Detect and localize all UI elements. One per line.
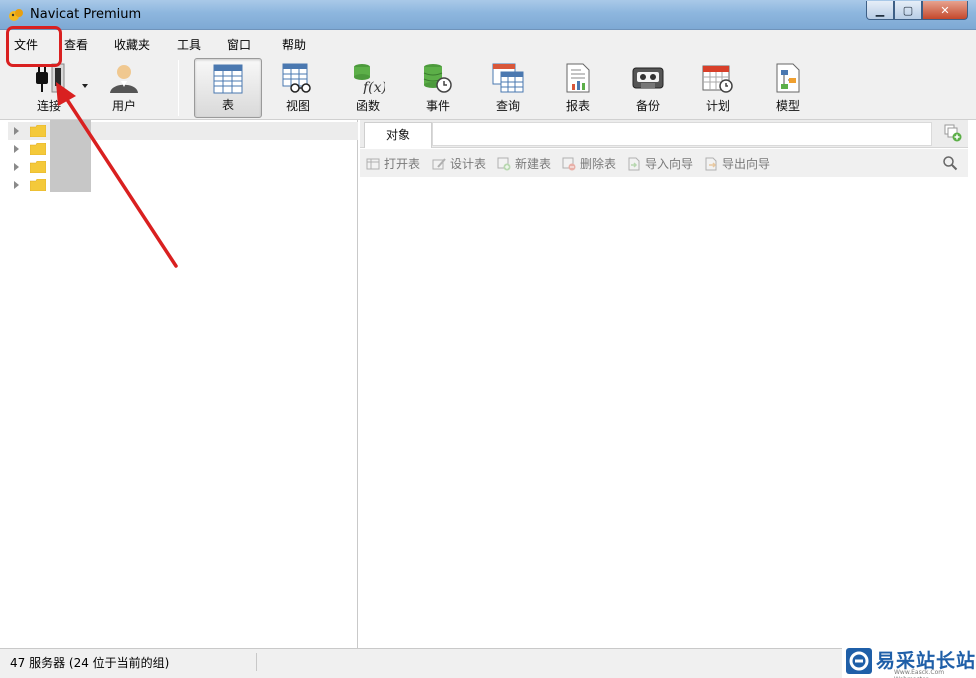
maximize-icon: ▢: [902, 3, 914, 17]
menu-view[interactable]: 查看: [64, 36, 88, 53]
design-table-button[interactable]: 设计表: [432, 155, 486, 172]
window-title: Navicat Premium: [30, 7, 142, 22]
export-wizard-button[interactable]: 导出向导: [704, 155, 770, 172]
add-tab-icon[interactable]: [944, 124, 962, 142]
function-icon: f(x): [354, 64, 385, 94]
export-wizard-label: 导出向导: [722, 157, 771, 171]
import-wizard-label: 导入向导: [645, 157, 694, 171]
calendar-icon: [702, 65, 733, 93]
expand-arrow-icon[interactable]: [14, 145, 19, 153]
expand-arrow-icon[interactable]: [14, 127, 19, 135]
model-label: 模型: [775, 99, 800, 113]
query-icon: [492, 63, 524, 93]
backup-label: 备份: [635, 99, 660, 113]
connection-tree-pane: [8, 120, 358, 648]
new-table-icon: [497, 157, 511, 170]
report-icon: [566, 63, 590, 93]
model-button[interactable]: 模型: [754, 58, 822, 118]
connect-button[interactable]: 连接: [14, 58, 84, 118]
navicat-app-icon: [9, 9, 23, 21]
object-pane: 对象 打开表 设计表 新建表 删除表 导入向导 导出向导: [360, 120, 968, 648]
expand-arrow-icon[interactable]: [14, 181, 19, 189]
import-wizard-button[interactable]: 导入向导: [627, 155, 693, 172]
delete-table-button[interactable]: 删除表: [562, 155, 616, 172]
event-label: 事件: [425, 99, 450, 113]
new-table-label: 新建表: [515, 157, 552, 171]
schedule-button[interactable]: 计划: [684, 58, 752, 118]
function-label: 函数: [355, 99, 380, 113]
expand-arrow-icon[interactable]: [14, 163, 19, 171]
minimize-icon: ▁: [875, 3, 885, 17]
folder-icon: [30, 161, 46, 173]
function-button[interactable]: f(x) 函数: [334, 58, 402, 118]
redacted-connection-names: [50, 120, 91, 192]
table-label: 表: [221, 98, 234, 112]
menu-favorites[interactable]: 收藏夹: [114, 36, 150, 53]
design-table-label: 设计表: [450, 157, 487, 171]
status-text: 47 服务器 (24 位于当前的组): [10, 656, 170, 670]
object-tabbar: 对象: [360, 120, 968, 148]
highlight-box: [6, 26, 62, 67]
query-label: 查询: [495, 99, 520, 113]
backup-icon: [632, 67, 664, 89]
open-table-label: 打开表: [384, 157, 421, 171]
toolbar-separator: [178, 60, 179, 116]
import-icon: [628, 157, 640, 170]
menu-window[interactable]: 窗口: [227, 36, 251, 53]
connect-label: 连接: [36, 99, 61, 113]
search-icon[interactable]: [942, 155, 958, 171]
report-label: 报表: [565, 99, 590, 113]
object-list-area[interactable]: [360, 177, 968, 648]
title-bar: Navicat Premium ▁ ▢ ✕: [0, 0, 976, 30]
menu-help[interactable]: 帮助: [282, 36, 306, 53]
watermark-logo-icon: [846, 648, 872, 674]
minimize-button[interactable]: ▁: [866, 1, 894, 20]
tab-objects[interactable]: 对象: [364, 122, 432, 148]
status-bar: 47 服务器 (24 位于当前的组): [0, 648, 976, 678]
site-watermark: 易采站长站 Www.Easck.Com Webmaster: [842, 644, 976, 678]
delete-table-label: 删除表: [580, 157, 617, 171]
maximize-button[interactable]: ▢: [894, 1, 922, 20]
export-icon: [705, 157, 717, 170]
query-button[interactable]: 查询: [474, 58, 542, 118]
delete-table-icon: [562, 157, 576, 170]
report-button[interactable]: 报表: [544, 58, 612, 118]
status-separator: [256, 653, 257, 671]
view-icon: [282, 63, 311, 93]
backup-button[interactable]: 备份: [614, 58, 682, 118]
model-icon: [776, 63, 800, 93]
menu-tools[interactable]: 工具: [177, 36, 201, 53]
event-button[interactable]: 事件: [404, 58, 472, 118]
close-icon: ✕: [940, 3, 950, 17]
table-button[interactable]: 表: [194, 58, 262, 118]
design-table-icon: [432, 157, 446, 169]
folder-icon: [30, 125, 46, 137]
folder-icon: [30, 179, 46, 191]
main-toolbar: 连接 用户 表 视图 f(x) 函数 事件 查询 报表 备份 计划 模型: [0, 56, 976, 120]
window-controls: ▁ ▢ ✕: [866, 1, 968, 20]
close-button[interactable]: ✕: [922, 1, 968, 20]
watermark-subtext: Www.Easck.Com Webmaster: [894, 669, 945, 678]
new-table-button[interactable]: 新建表: [497, 155, 551, 172]
schedule-label: 计划: [705, 99, 730, 113]
view-button[interactable]: 视图: [264, 58, 332, 118]
folder-icon: [30, 143, 46, 155]
tab-strip: [432, 122, 932, 146]
user-label: 用户: [111, 99, 136, 113]
object-toolbar: 打开表 设计表 新建表 删除表 导入向导 导出向导: [360, 149, 968, 177]
view-label: 视图: [285, 99, 310, 113]
open-table-icon: [366, 158, 380, 169]
user-button[interactable]: 用户: [90, 58, 158, 118]
event-icon: [423, 64, 452, 93]
open-table-button[interactable]: 打开表: [366, 155, 420, 172]
user-icon: [110, 65, 138, 93]
svg-text:f(x): f(x): [362, 80, 385, 94]
menu-bar: 文件 查看 收藏夹 工具 窗口 帮助: [0, 30, 976, 56]
table-icon: [213, 64, 243, 94]
connect-dropdown-icon[interactable]: [82, 84, 88, 88]
